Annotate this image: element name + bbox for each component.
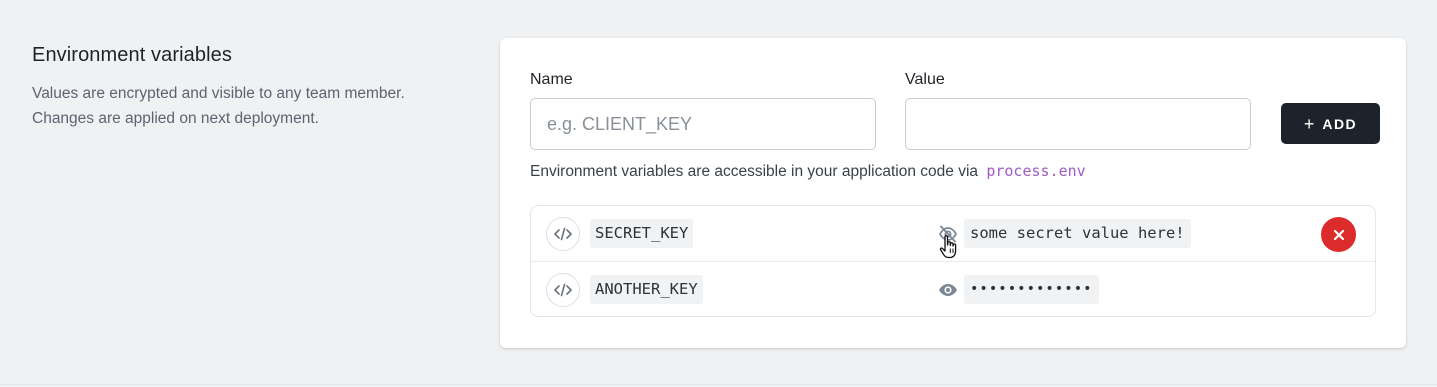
add-variable-button[interactable]: + ADD <box>1281 103 1380 144</box>
eye-off-icon[interactable] <box>937 223 959 245</box>
close-icon <box>1333 229 1344 240</box>
variables-list: SECRET_KEY some secret value here! ANOTH… <box>530 205 1376 317</box>
helper-text-label: Environment variables are accessible in … <box>530 163 979 180</box>
section-divider <box>0 384 1437 385</box>
section-description-line: Changes are applied on next deployment. <box>32 110 319 127</box>
variable-value: some secret value here! <box>964 219 1191 248</box>
section-title: Environment variables <box>32 44 232 66</box>
helper-text: Environment variables are accessible in … <box>530 162 1086 181</box>
section-intro: Environment variables Values are encrypt… <box>32 44 472 131</box>
variable-value-masked: ••••••••••••• <box>964 275 1099 304</box>
code-icon <box>546 217 580 251</box>
delete-variable-button[interactable] <box>1321 217 1356 252</box>
variable-row: ANOTHER_KEY ••••••••••••• <box>531 261 1375 316</box>
variable-key: SECRET_KEY <box>590 219 694 248</box>
env-vars-card: Name Value + ADD Environment variables a… <box>500 38 1406 348</box>
helper-code: process.env <box>986 162 1086 180</box>
section-description: Values are encrypted and visible to any … <box>32 81 472 131</box>
code-icon <box>546 273 580 307</box>
add-button-label: ADD <box>1322 115 1358 132</box>
value-field-label: Value <box>905 71 945 88</box>
variable-key: ANOTHER_KEY <box>590 275 703 304</box>
name-input[interactable] <box>530 98 876 150</box>
section-description-line: Values are encrypted and visible to any … <box>32 85 405 102</box>
plus-icon: + <box>1303 113 1315 134</box>
value-input[interactable] <box>905 98 1251 150</box>
eye-icon[interactable] <box>937 279 959 301</box>
variable-row: SECRET_KEY some secret value here! <box>531 206 1375 261</box>
name-field-label: Name <box>530 71 573 88</box>
